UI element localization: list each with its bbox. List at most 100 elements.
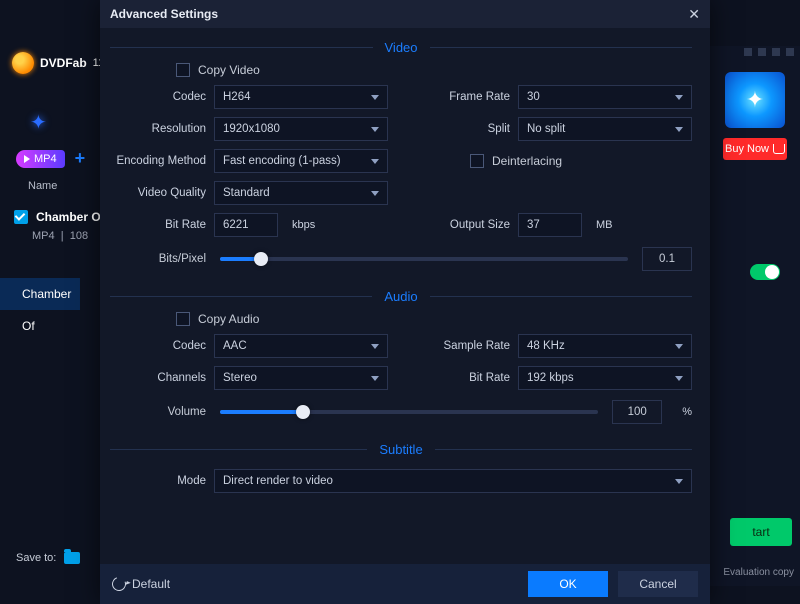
section-video-label: Video (385, 40, 418, 55)
subtitle-mode-value: Direct render to video (223, 475, 333, 487)
sample-rate-label: Sample Rate (414, 340, 510, 352)
enable-toggle[interactable] (750, 264, 780, 280)
resolution-label: Resolution (110, 123, 206, 135)
channels-select[interactable]: Stereo (214, 366, 388, 390)
slider-thumb[interactable] (296, 405, 310, 419)
output-unit: MB (590, 219, 613, 231)
sparkle-icon: ✦ (30, 110, 47, 135)
selected-row[interactable]: Chamber Of (0, 278, 80, 310)
bpp-readout: 0.1 (642, 247, 692, 271)
bitrate-input[interactable] (214, 213, 278, 237)
section-video: Video (110, 40, 692, 55)
subtitle-mode-select[interactable]: Direct render to video (214, 469, 692, 493)
audio-codec-label: Codec (110, 340, 206, 352)
sample-rate-select[interactable]: 48 KHz (518, 334, 692, 358)
ok-label: OK (559, 577, 576, 591)
format-selector[interactable]: MP4 + (16, 148, 85, 169)
default-button[interactable]: Default (112, 577, 170, 591)
modal-footer: Default OK Cancel (100, 564, 710, 604)
file-title: Chamber O (36, 210, 101, 224)
file-res: 108 (70, 230, 88, 242)
copy-audio-checkbox[interactable] (176, 312, 190, 326)
chevron-down-icon (371, 376, 379, 381)
cancel-label: Cancel (639, 577, 676, 591)
section-audio: Audio (110, 289, 692, 304)
chevron-down-icon (675, 479, 683, 484)
split-label: Split (414, 123, 510, 135)
chevron-down-icon (675, 95, 683, 100)
quality-value: Standard (223, 187, 270, 199)
audio-codec-value: AAC (223, 340, 247, 352)
codec-label: Codec (110, 91, 206, 103)
bpp-slider[interactable] (220, 257, 628, 261)
encoding-select[interactable]: Fast encoding (1-pass) (214, 149, 388, 173)
brand-logo-icon (12, 52, 34, 74)
audio-codec-select[interactable]: AAC (214, 334, 388, 358)
volume-readout: 100 (612, 400, 662, 424)
volume-label: Volume (110, 406, 206, 418)
chevron-down-icon (371, 95, 379, 100)
copy-audio-label: Copy Audio (198, 312, 259, 326)
output-size-input[interactable] (518, 213, 582, 237)
file-row[interactable]: Chamber O (14, 210, 101, 224)
start-label: tart (752, 525, 769, 539)
encoding-value: Fast encoding (1-pass) (223, 155, 341, 167)
play-icon (24, 155, 30, 163)
start-button[interactable]: tart (730, 518, 792, 546)
deinterlacing-checkbox[interactable] (470, 154, 484, 168)
modal-title: Advanced Settings (110, 7, 218, 21)
chevron-down-icon (371, 191, 379, 196)
sample-rate-value: 48 KHz (527, 340, 565, 352)
framerate-select[interactable]: 30 (518, 85, 692, 109)
chevron-down-icon (675, 127, 683, 132)
slider-thumb[interactable] (254, 252, 268, 266)
copy-video-checkbox[interactable] (176, 63, 190, 77)
chevron-down-icon (675, 344, 683, 349)
buy-now-button[interactable]: Buy Now (723, 138, 787, 160)
chevron-down-icon (675, 376, 683, 381)
quality-select[interactable]: Standard (214, 181, 388, 205)
format-label: MP4 (34, 153, 57, 165)
video-codec-value: H264 (223, 91, 251, 103)
subtitle-mode-label: Mode (110, 475, 206, 487)
brand-name: DVDFab (40, 56, 87, 70)
section-subtitle: Subtitle (110, 442, 692, 457)
volume-slider[interactable] (220, 410, 598, 414)
close-icon[interactable]: ✕ (688, 6, 700, 23)
split-select[interactable]: No split (518, 117, 692, 141)
file-subtitle: MP4 | 108 (32, 230, 88, 242)
channels-value: Stereo (223, 372, 257, 384)
modal-header: Advanced Settings ✕ (100, 0, 710, 28)
bitrate-unit: kbps (286, 219, 315, 231)
evaluation-label: Evaluation copy (723, 567, 794, 578)
section-subtitle-label: Subtitle (379, 442, 422, 457)
modal-body: Video Copy Video Codec H264 Frame Rate 3… (100, 28, 710, 564)
audio-bitrate-label: Bit Rate (414, 372, 510, 384)
save-to-label: Save to: (16, 552, 56, 564)
promo-image (725, 72, 785, 128)
output-label: Output Size (414, 219, 510, 231)
buy-now-label: Buy Now (725, 143, 769, 155)
cancel-button[interactable]: Cancel (618, 571, 698, 597)
chevron-down-icon (371, 127, 379, 132)
checkbox-icon[interactable] (14, 210, 28, 224)
window-controls[interactable] (710, 46, 800, 62)
right-panel: Buy Now tart Evaluation copy (710, 46, 800, 586)
section-audio-label: Audio (384, 289, 417, 304)
folder-icon[interactable] (64, 552, 80, 564)
save-to[interactable]: Save to: (16, 552, 80, 564)
copy-video-label: Copy Video (198, 63, 260, 77)
volume-unit: % (676, 406, 692, 418)
file-format: MP4 (32, 230, 55, 242)
column-header-name: Name (28, 180, 57, 192)
resolution-select[interactable]: 1920x1080 (214, 117, 388, 141)
reset-icon (110, 575, 129, 594)
cart-icon (773, 144, 785, 154)
video-codec-select[interactable]: H264 (214, 85, 388, 109)
chevron-down-icon (371, 344, 379, 349)
audio-bitrate-select[interactable]: 192 kbps (518, 366, 692, 390)
add-icon[interactable]: + (75, 148, 86, 169)
advanced-settings-modal: Advanced Settings ✕ Video Copy Video Cod… (100, 0, 710, 604)
ok-button[interactable]: OK (528, 571, 608, 597)
encoding-label: Encoding Method (110, 155, 206, 167)
